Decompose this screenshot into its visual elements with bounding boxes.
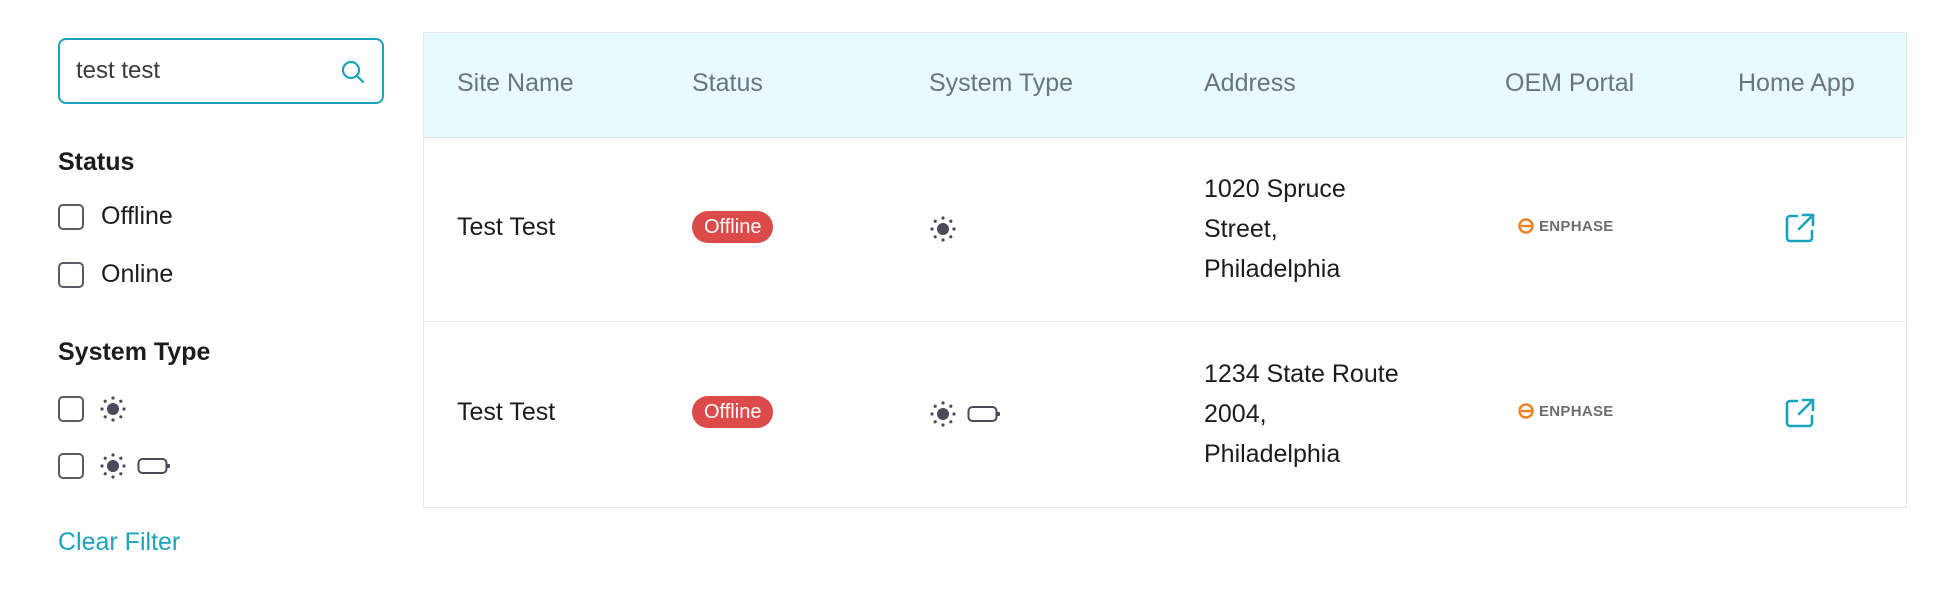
address-cell: 1020 Spruce Street, Philadelphia: [1204, 169, 1434, 289]
address-line: Philadelphia: [1204, 440, 1341, 468]
solar-checkbox[interactable]: [58, 396, 84, 422]
table-header: Site Name Status System Type Address OEM…: [424, 33, 1906, 138]
search-icon[interactable]: [340, 59, 366, 85]
column-header-address[interactable]: Address: [1204, 69, 1296, 98]
system-type-cell: [929, 400, 1001, 428]
status-cell: Offline: [692, 211, 774, 243]
table-row[interactable]: Test Test Offline 1234 State Route 2004,: [424, 322, 1906, 507]
offline-checkbox[interactable]: [58, 203, 84, 230]
column-header-system-type[interactable]: System Type: [929, 69, 1073, 98]
solar-battery-checkbox[interactable]: [58, 453, 84, 479]
address-line: 2004,: [1204, 400, 1267, 428]
address-line: Street,: [1204, 215, 1278, 243]
address-line: Philadelphia: [1204, 255, 1341, 283]
battery-icon: [137, 458, 170, 474]
column-header-oem-portal[interactable]: OEM Portal: [1505, 69, 1634, 98]
system-type-option-solar[interactable]: [58, 395, 127, 423]
system-type-cell: [929, 215, 957, 243]
external-link-icon[interactable]: [1783, 396, 1817, 430]
search-input[interactable]: [76, 50, 326, 92]
status-badge: Offline: [692, 396, 774, 428]
status-badge: Offline: [692, 211, 774, 243]
sun-icon: [930, 216, 956, 242]
status-filter-title: Status: [58, 148, 135, 176]
external-link-icon[interactable]: [1783, 211, 1817, 245]
home-app-cell[interactable]: [1783, 211, 1817, 250]
sun-icon: [930, 401, 956, 427]
enphase-wordmark: ENPHASE: [1539, 217, 1614, 235]
search-box[interactable]: [58, 38, 384, 104]
sun-icon: [100, 453, 126, 479]
system-type-filter-title: System Type: [58, 338, 211, 366]
home-app-cell[interactable]: [1783, 396, 1817, 435]
enphase-icon: [1518, 403, 1534, 419]
filter-sidebar: Status Offline Online System Type: [58, 38, 384, 556]
status-cell: Offline: [692, 396, 774, 428]
sun-icon: [100, 396, 126, 422]
address-cell: 1234 State Route 2004, Philadelphia: [1204, 354, 1434, 474]
column-header-home-app[interactable]: Home App: [1738, 69, 1855, 98]
enphase-wordmark: ENPHASE: [1539, 402, 1614, 420]
site-name-cell: Test Test: [457, 398, 556, 426]
enphase-logo[interactable]: ENPHASE: [1517, 217, 1614, 235]
sites-table: Site Name Status System Type Address OEM…: [423, 32, 1907, 508]
address-line: 1020 Spruce: [1204, 175, 1346, 203]
clear-filter-link[interactable]: Clear Filter: [58, 528, 180, 557]
table-row[interactable]: Test Test Offline 1020 Spruce Street, Ph…: [424, 137, 1906, 322]
battery-icon: [967, 406, 1000, 422]
column-header-status[interactable]: Status: [692, 69, 763, 98]
enphase-icon: [1518, 218, 1534, 234]
offline-label: Offline: [101, 202, 173, 230]
enphase-logo[interactable]: ENPHASE: [1517, 402, 1614, 420]
online-label: Online: [101, 260, 174, 288]
column-header-site-name[interactable]: Site Name: [457, 69, 574, 98]
status-option-online[interactable]: Online: [58, 260, 173, 289]
system-type-option-solar-battery[interactable]: [58, 452, 171, 480]
address-line: 1234 State Route: [1204, 360, 1399, 388]
status-option-offline[interactable]: Offline: [58, 202, 173, 231]
site-name-cell: Test Test: [457, 213, 556, 241]
online-checkbox[interactable]: [58, 261, 84, 288]
